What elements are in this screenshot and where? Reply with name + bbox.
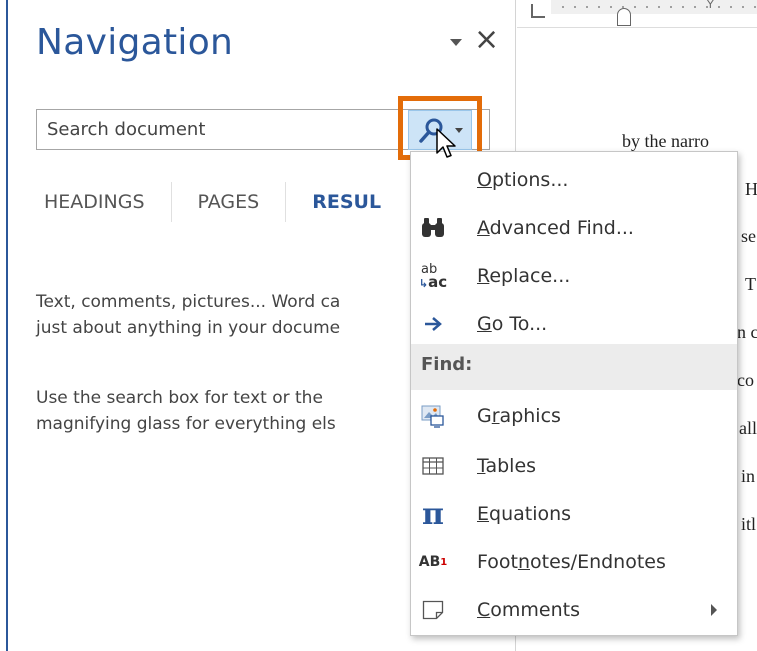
window-left-border bbox=[0, 0, 8, 651]
submenu-arrow-icon bbox=[711, 604, 717, 616]
comment-icon bbox=[417, 594, 449, 626]
tab-pages[interactable]: PAGES bbox=[172, 182, 287, 222]
menu-item-equations[interactable]: π Equations bbox=[411, 490, 737, 538]
menu-item-replace[interactable]: ab ↳ac Replace... bbox=[411, 252, 737, 300]
ruler-mark: Y bbox=[707, 0, 714, 11]
replace-icon: ab ↳ac bbox=[418, 261, 448, 291]
pane-title: Navigation bbox=[36, 22, 234, 63]
graphics-icon bbox=[417, 400, 449, 432]
document-line: by the narro bbox=[622, 131, 709, 151]
document-line: H bbox=[745, 179, 757, 199]
pi-icon: π bbox=[422, 496, 444, 532]
binoculars-icon bbox=[417, 212, 449, 244]
indent-marker[interactable] bbox=[617, 8, 631, 26]
menu-item-tables[interactable]: Tables bbox=[411, 442, 737, 490]
tab-stop-selector[interactable] bbox=[531, 4, 545, 18]
document-line: co bbox=[737, 370, 754, 390]
menu-item-advanced-find[interactable]: Advanced Find... bbox=[411, 204, 737, 252]
ruler: Y bbox=[517, 0, 757, 28]
document-line: n c bbox=[737, 322, 757, 342]
footnote-icon: AB 1 bbox=[418, 554, 448, 570]
menu-item-options[interactable]: Options... bbox=[411, 156, 737, 204]
document-line: se bbox=[741, 226, 756, 246]
navigation-tabs: HEADINGS PAGES RESUL bbox=[36, 182, 407, 222]
menu-item-footnotes[interactable]: AB 1 Footnotes/Endnotes bbox=[411, 538, 737, 586]
tab-results[interactable]: RESUL bbox=[286, 182, 407, 222]
document-line: in bbox=[741, 466, 756, 486]
pane-close-icon[interactable]: × bbox=[474, 22, 499, 58]
table-icon bbox=[417, 450, 449, 482]
mouse-cursor-icon bbox=[436, 128, 456, 158]
document-line: all bbox=[739, 418, 757, 438]
document-line: T bbox=[745, 274, 756, 294]
help-text-2: Use the search box for text or the magni… bbox=[36, 388, 336, 434]
arrow-right-icon bbox=[417, 308, 449, 340]
search-input[interactable] bbox=[37, 110, 387, 149]
menu-item-go-to[interactable]: Go To... bbox=[411, 300, 737, 348]
help-text-1: Text, comments, pictures... Word ca just… bbox=[36, 292, 341, 338]
pane-options-chevron-down-icon[interactable] bbox=[448, 34, 464, 50]
menu-section-header: Find: bbox=[411, 344, 737, 390]
search-options-menu: Options... Advanced Find... ab ↳ac Repla… bbox=[410, 151, 738, 636]
menu-item-comments[interactable]: Comments bbox=[411, 586, 737, 634]
ruler-ticks bbox=[557, 6, 757, 8]
document-line: itl bbox=[741, 514, 757, 534]
menu-item-graphics[interactable]: Graphics bbox=[411, 392, 737, 440]
tab-headings[interactable]: HEADINGS bbox=[36, 182, 172, 222]
